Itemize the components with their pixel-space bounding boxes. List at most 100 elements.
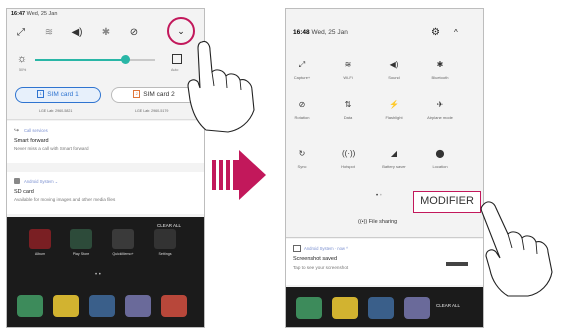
divider bbox=[7, 119, 204, 120]
sim-1-icon: 1 bbox=[37, 90, 45, 99]
tile-wi-fi-icon[interactable]: ≋ bbox=[342, 59, 354, 71]
gear-icon[interactable]: ⚙ bbox=[431, 27, 440, 38]
messages-dock-icon[interactable] bbox=[332, 297, 358, 319]
notification-screenshot-saved[interactable]: Android System · now ^ Screenshot saved … bbox=[286, 239, 483, 285]
tile-label: Sound bbox=[388, 75, 400, 80]
settings-app-icon[interactable] bbox=[154, 229, 176, 249]
notification-call-services[interactable]: ↪ Call services Smart forward Never miss… bbox=[7, 121, 204, 163]
tile-sound-icon[interactable]: ◀) bbox=[388, 59, 400, 71]
tile-rotation-icon[interactable]: ⊘ bbox=[296, 99, 308, 111]
status-time: 16:47 bbox=[11, 11, 26, 17]
android-system-icon bbox=[14, 178, 20, 184]
clear-all-button[interactable]: CLEAR ALL bbox=[436, 303, 460, 308]
rotation-icon[interactable]: ⊘ bbox=[128, 27, 140, 39]
chrome-dock-icon[interactable] bbox=[161, 295, 187, 317]
sim-2-operator: LGE Lab: 2960-5179 bbox=[135, 109, 169, 113]
sim-card-2-label: SIM card 2 bbox=[143, 91, 175, 98]
tile-label: Capture+ bbox=[293, 75, 311, 80]
notification-text: Tap to see your screenshot bbox=[293, 265, 349, 270]
capture-icon[interactable]: ⤢ bbox=[15, 27, 27, 39]
tile-label: Airplane mode bbox=[427, 115, 453, 120]
page-indicator: • • bbox=[376, 193, 382, 199]
transition-arrow bbox=[212, 150, 266, 200]
settings-label: Settings bbox=[158, 252, 172, 256]
tile-label: Wi-Fi bbox=[343, 75, 353, 80]
bluetooth-icon[interactable]: ✱ bbox=[100, 27, 112, 39]
brightness-slider-thumb[interactable] bbox=[121, 55, 130, 64]
camera-dock-icon[interactable] bbox=[368, 297, 394, 319]
tile-label: Location bbox=[432, 164, 448, 169]
file-sharing-icon: ((•)) bbox=[358, 219, 368, 225]
notification-text: Never miss a call with Smart forward bbox=[14, 146, 89, 151]
tile-capture--icon[interactable]: ⤢ bbox=[296, 59, 308, 71]
contacts-dock-icon[interactable] bbox=[125, 295, 151, 317]
tapping-hand-illustration bbox=[480, 201, 553, 297]
auto-label: Auto bbox=[171, 68, 179, 72]
brightness-min-label: 50% bbox=[19, 68, 27, 72]
divider bbox=[286, 237, 483, 238]
brightness-icon: ☼ bbox=[17, 53, 28, 65]
notification-title: Smart forward bbox=[14, 138, 49, 144]
notification-meta: Android System · now ^ bbox=[304, 246, 349, 251]
screenshot-icon bbox=[293, 245, 301, 252]
call-forward-icon: ↪ bbox=[14, 128, 20, 134]
tile-airplane-mode-icon[interactable]: ✈ bbox=[434, 99, 446, 111]
tile-flashlight-icon[interactable]: ⚡ bbox=[388, 99, 400, 111]
status-time: 16:48 bbox=[293, 29, 310, 36]
status-date: Wed, 25 Jan bbox=[26, 11, 58, 17]
play-store-app-icon[interactable] bbox=[70, 229, 92, 249]
phone-dock-icon[interactable] bbox=[17, 295, 43, 317]
brightness-slider-fill bbox=[35, 59, 125, 61]
tile-label: Bluetooth bbox=[431, 75, 449, 80]
notification-sd-card[interactable]: Android System ⌄ SD card Available for m… bbox=[7, 172, 204, 214]
brightness-slider-track[interactable] bbox=[35, 55, 155, 64]
page-indicator: • • bbox=[95, 272, 101, 278]
notification-meta: Call services bbox=[24, 128, 48, 133]
album-app-icon[interactable] bbox=[29, 229, 51, 249]
sim-card-1-label: SIM card 1 bbox=[47, 91, 79, 98]
sim-card-1-button[interactable]: 1 SIM card 1 bbox=[15, 87, 101, 103]
album-label: Album bbox=[34, 252, 46, 256]
tile-sync-icon[interactable]: ↻ bbox=[296, 148, 308, 160]
file-sharing-label: File sharing bbox=[368, 219, 398, 225]
messages-dock-icon[interactable] bbox=[53, 295, 79, 317]
tile-label: Rotation bbox=[294, 115, 310, 120]
tile-location-icon[interactable]: ⬤ bbox=[434, 148, 446, 160]
right-phone-screen: 16:48 Wed, 25 Jan ⚙ ^ ⤢ Capture+ ≋ Wi-Fi ◀) S… bbox=[285, 8, 484, 328]
sim-1-operator: LGE Lab: 2960-5821 bbox=[39, 109, 73, 113]
phone-dock-icon[interactable] bbox=[296, 297, 322, 319]
quickmemo-label: QuickMemo+ bbox=[112, 252, 134, 256]
collapse-chevron-icon[interactable]: ^ bbox=[454, 28, 458, 37]
file-sharing-button[interactable]: ((•)) File sharing bbox=[358, 219, 397, 225]
play-store-label: Play Store bbox=[72, 252, 90, 256]
sim-2-icon: 2 bbox=[133, 90, 141, 99]
tile-label: Sync bbox=[297, 164, 307, 169]
sound-icon[interactable]: ◀) bbox=[71, 27, 83, 39]
left-phone-screen: 16:47 Wed, 25 Jan ⤢ ≋ ◀) ✱ ⊘ ⌄ ☼ 50% Aut… bbox=[6, 8, 205, 328]
tile-label: Flashlight bbox=[385, 115, 403, 120]
status-bar: 16:47 Wed, 25 Jan bbox=[11, 11, 57, 21]
home-screen-background: CLEAR ALL bbox=[286, 287, 483, 327]
tile-label: Data bbox=[343, 115, 353, 120]
notification-title: SD card bbox=[14, 189, 34, 195]
quickmemo-app-icon[interactable] bbox=[112, 229, 134, 249]
clear-all-button[interactable]: CLEAR ALL bbox=[157, 223, 181, 228]
tile-hotspot-icon[interactable]: ((·)) bbox=[342, 148, 355, 160]
modifier-button[interactable]: MODIFIER bbox=[413, 191, 481, 213]
notification-title: Screenshot saved bbox=[293, 256, 338, 262]
notification-text: Available for moving images and other me… bbox=[14, 197, 116, 202]
tile-battery-saver-icon[interactable]: ◢ bbox=[388, 148, 400, 160]
notification-meta: Android System ⌄ bbox=[24, 179, 59, 184]
home-screen-background: Album Play Store QuickMemo+ Settings CLE… bbox=[7, 217, 204, 327]
wifi-icon[interactable]: ≋ bbox=[43, 27, 55, 39]
tile-label: Battery saver bbox=[382, 164, 406, 169]
tile-label: Hotspot bbox=[341, 164, 355, 169]
tile-data-icon[interactable]: ⇅ bbox=[342, 99, 354, 111]
screenshot-thumbnail bbox=[446, 251, 468, 271]
tile-bluetooth-icon[interactable]: ✱ bbox=[434, 59, 446, 71]
tapping-hand-illustration bbox=[187, 40, 255, 133]
status-bar: 16:48 Wed, 25 Jan bbox=[293, 29, 348, 36]
contacts-dock-icon[interactable] bbox=[404, 297, 430, 319]
modifier-label: MODIFIER bbox=[420, 195, 474, 207]
camera-dock-icon[interactable] bbox=[89, 295, 115, 317]
